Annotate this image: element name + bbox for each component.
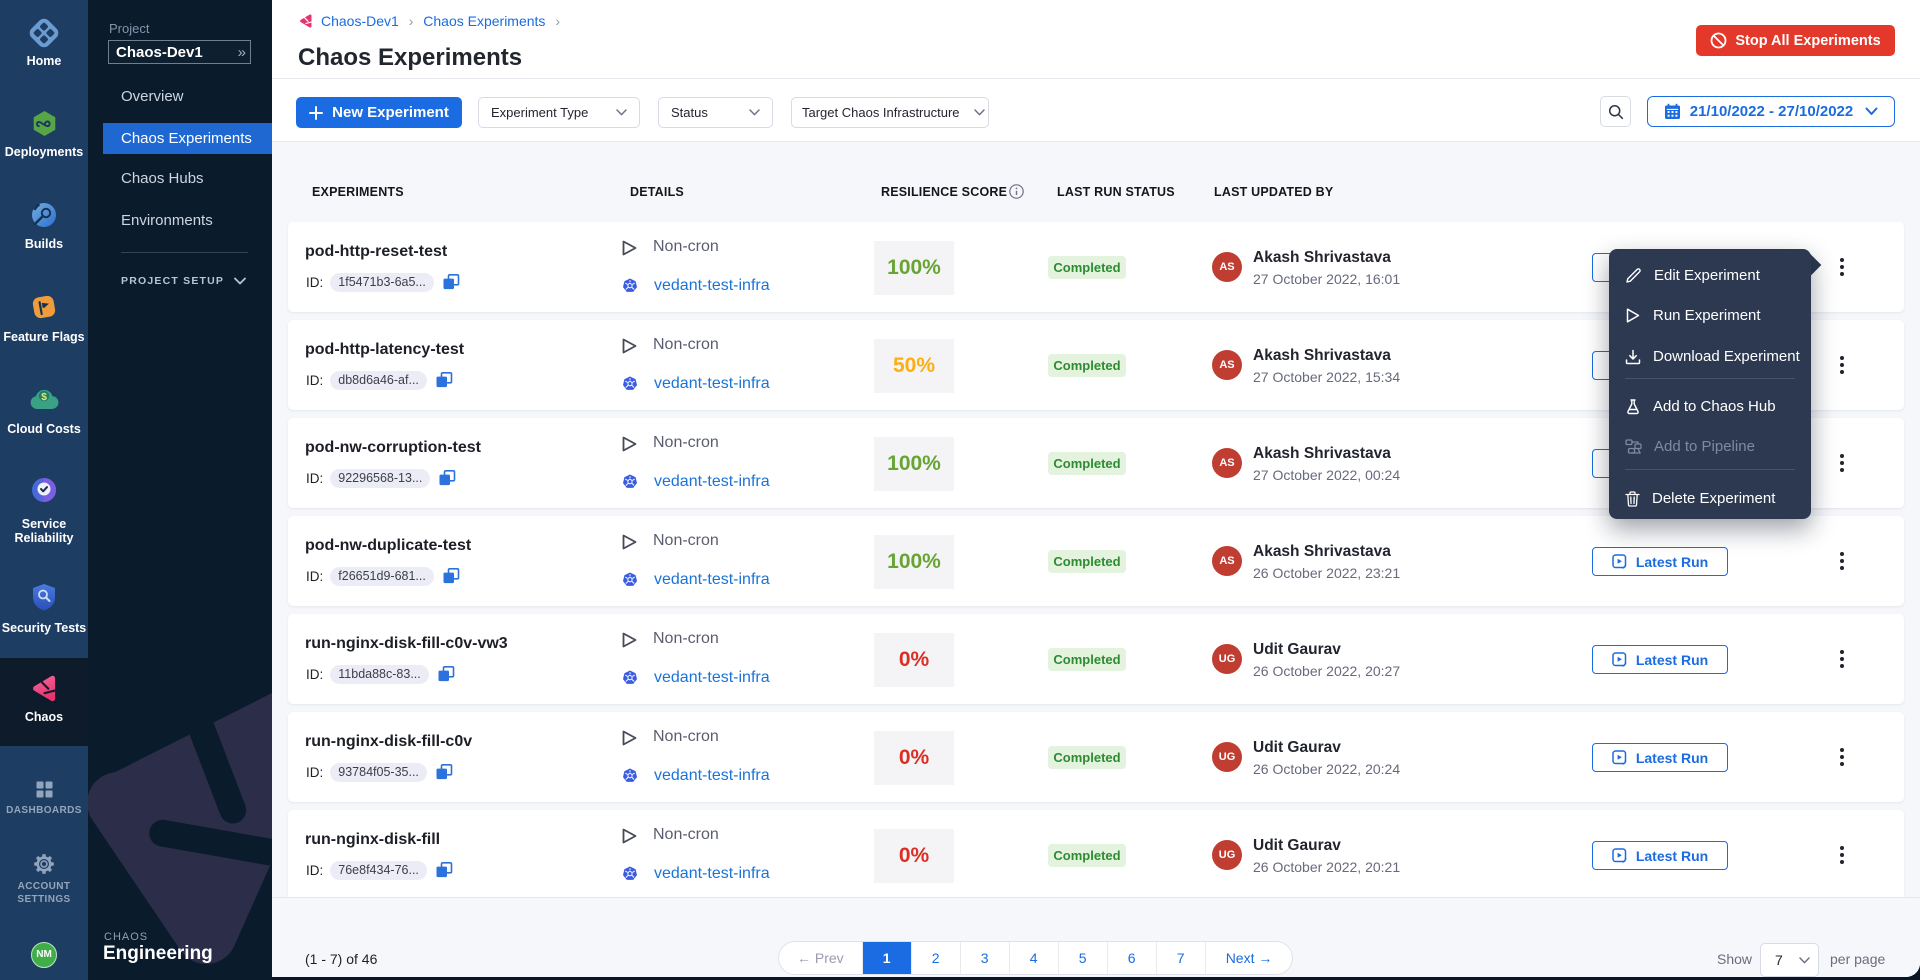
svg-text:$: $ xyxy=(41,391,47,403)
